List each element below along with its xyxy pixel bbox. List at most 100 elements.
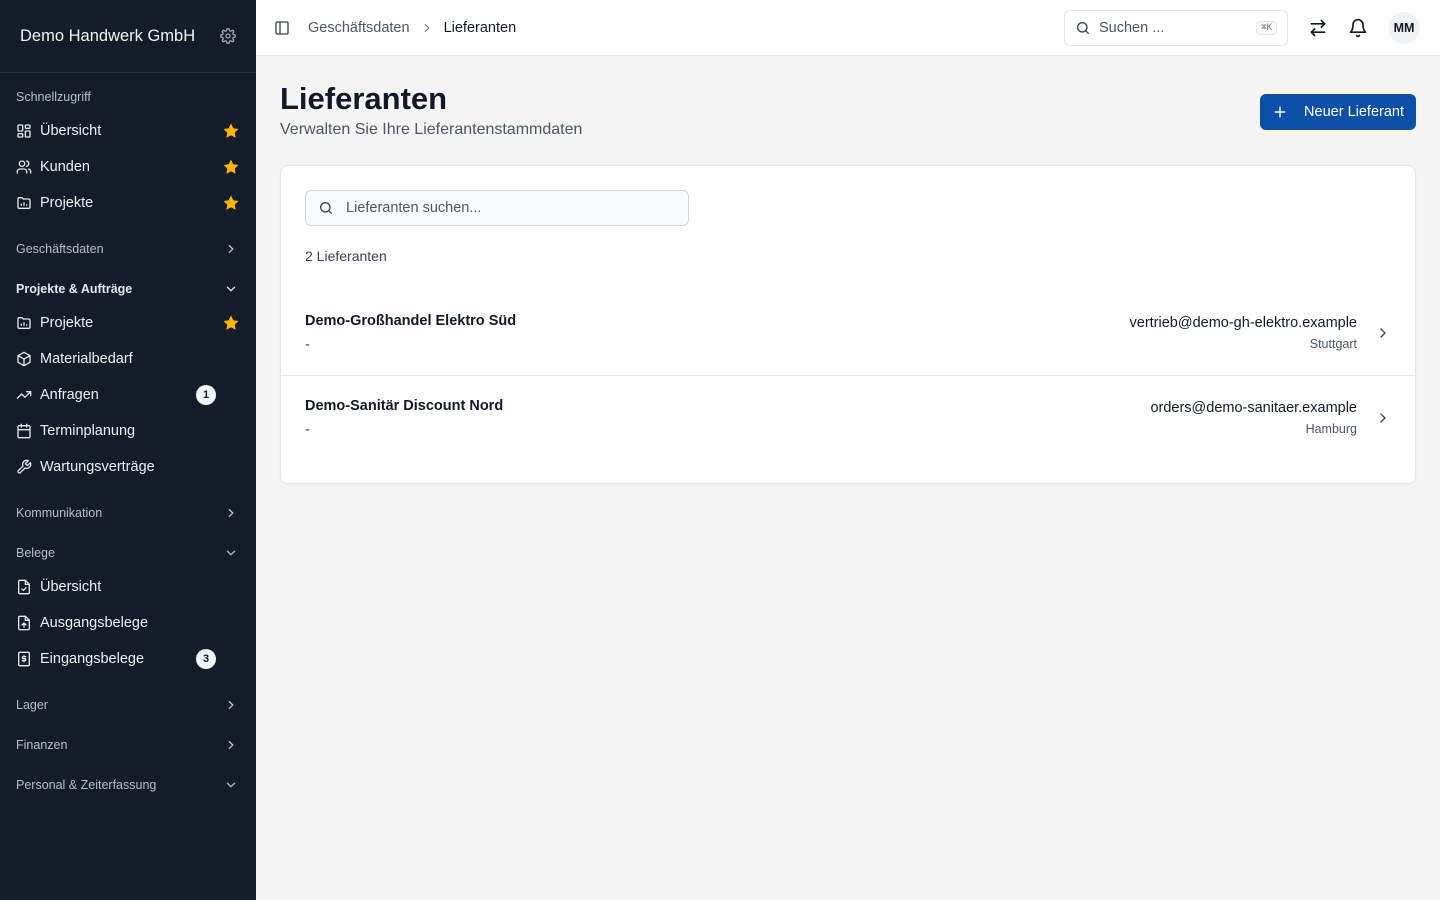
sidebar-toggle-icon[interactable] — [274, 20, 290, 36]
sidebar-group-geschaeftsdaten[interactable]: Geschäftsdaten — [16, 241, 240, 257]
star-icon[interactable] — [222, 194, 240, 212]
group-title-text: Projekte & Aufträge — [16, 282, 133, 296]
sidebar-item-label: Materialbedarf — [40, 351, 133, 367]
search-placeholder: Suchen ... — [1099, 19, 1165, 36]
chevron-right-icon — [228, 700, 234, 710]
sidebar-group-title[interactable]: Personal & Zeiterfassung — [16, 777, 240, 793]
company-name[interactable]: Demo Handwerk GmbH — [20, 27, 196, 46]
package-icon — [16, 351, 32, 367]
sidebar-group-kommunikation[interactable]: Kommunikation — [16, 505, 240, 521]
sidebar-item-terminplanung[interactable]: Terminplanung — [16, 413, 240, 449]
chevron-down-icon — [226, 550, 236, 556]
group-title-text: Schnellzugriff — [16, 90, 91, 104]
sidebar-item-projekte[interactable]: Projekte — [16, 305, 240, 341]
chevron-down-icon — [226, 782, 236, 788]
group-title-text: Finanzen — [16, 738, 68, 752]
supplier-name: Demo-Sanitär Discount Nord — [305, 398, 504, 414]
sidebar-item-label: Eingangsbelege — [40, 651, 145, 667]
sidebar-group-title[interactable]: Lager — [16, 697, 240, 713]
page-header: Lieferanten Verwalten Sie Ihre Lieferant… — [280, 80, 1416, 139]
supplier-list: Demo-Großhandel Elektro Süd - vertrieb@d… — [281, 290, 1415, 460]
sidebar-group-title[interactable]: Finanzen — [16, 737, 240, 753]
sidebar-item-ausgangsbelege[interactable]: Ausgangsbelege — [16, 605, 240, 641]
chevron-right-icon[interactable] — [1375, 410, 1391, 426]
sidebar-item-wartungsvertraege[interactable]: Wartungsverträge — [16, 449, 240, 485]
sidebar-item-uebersicht[interactable]: Übersicht — [16, 113, 240, 149]
star-icon[interactable] — [222, 122, 240, 140]
sidebar-item-label: Kunden — [40, 159, 90, 175]
supplier-name: Demo-Großhandel Elektro Süd — [305, 312, 517, 329]
breadcrumb-item[interactable]: Geschäftsdaten — [308, 20, 410, 36]
users-icon — [16, 159, 32, 175]
new-supplier-button[interactable]: Neuer Lieferant — [1260, 94, 1416, 130]
button-label: Neuer Lieferant — [1304, 104, 1404, 120]
supplier-city: Hamburg — [1305, 422, 1357, 436]
star-icon[interactable] — [222, 314, 240, 332]
sidebar-item-materialbedarf[interactable]: Materialbedarf — [16, 341, 240, 377]
sidebar-group-title[interactable]: Belege — [16, 545, 240, 561]
sidebar-item-eingangsbelege[interactable]: Eingangsbelege 3 — [16, 641, 240, 677]
group-title-text: Belege — [16, 546, 55, 560]
group-title-text: Geschäftsdaten — [16, 242, 104, 256]
chevron-down-icon — [226, 286, 236, 292]
chevron-right-icon — [228, 244, 234, 254]
switch-arrows-icon[interactable] — [1308, 18, 1328, 38]
sidebar-item-label: Anfragen — [40, 387, 99, 403]
supplier-email: orders@demo-sanitaer.example — [1150, 400, 1357, 416]
gear-icon[interactable] — [220, 28, 236, 44]
folder-chart-icon — [16, 195, 32, 211]
sidebar-item-label: Projekte — [40, 195, 94, 211]
sidebar-group-title: Schnellzugriff — [16, 89, 240, 105]
sidebar-item-label: Übersicht — [40, 123, 102, 139]
main-content: Lieferanten Verwalten Sie Ihre Lieferant… — [256, 56, 1440, 900]
sidebar-group-title[interactable]: Projekte & Aufträge — [16, 281, 240, 297]
supplier-card: Lieferanten suchen... 2 Lieferanten Demo… — [280, 165, 1416, 484]
supplier-city: Stuttgart — [1309, 336, 1357, 351]
avatar[interactable]: MM — [1388, 11, 1420, 44]
sidebar-group-projekte-auftraege: Projekte & Aufträge Projekte Materialbed… — [16, 281, 240, 485]
group-title-text: Lager — [16, 698, 48, 712]
sidebar-header: Demo Handwerk GmbH — [0, 0, 256, 73]
wrench-icon — [16, 459, 32, 475]
calendar-icon — [16, 423, 32, 439]
sidebar-group-lager[interactable]: Lager — [16, 697, 240, 713]
receipt-dollar-icon — [16, 651, 32, 667]
search-icon — [320, 202, 332, 214]
sidebar-item-label: Übersicht — [40, 579, 102, 595]
file-check-icon — [16, 579, 32, 595]
sidebar-group-belege: Belege Übersicht Ausgangsbelege Eingangs… — [16, 545, 240, 677]
bell-icon[interactable] — [1348, 18, 1368, 38]
sidebar-group-personal: Personal & Zeiterfassung — [16, 777, 240, 793]
chevron-right-icon — [228, 740, 234, 750]
sidebar-item-label: Wartungsverträge — [40, 459, 155, 475]
chevron-right-icon — [228, 508, 234, 518]
supplier-row[interactable]: Demo-Sanitär Discount Nord - orders@demo… — [281, 375, 1415, 460]
global-search[interactable]: Suchen ... ⌘K — [1064, 9, 1288, 46]
supplier-search-input[interactable]: Lieferanten suchen... — [305, 190, 689, 226]
sidebar-item-kunden[interactable]: Kunden — [16, 149, 240, 185]
sidebar-group-schnellzugriff: Schnellzugriff Übersicht Kunden Projekte — [16, 89, 240, 221]
search-placeholder: Lieferanten suchen... — [346, 200, 482, 216]
sidebar-group-title[interactable]: Geschäftsdaten — [16, 241, 240, 257]
top-bar: Geschäftsdaten Lieferanten Suchen ... ⌘K… — [256, 0, 1440, 56]
star-icon[interactable] — [222, 158, 240, 176]
trending-up-icon — [16, 387, 32, 403]
sidebar-group-title[interactable]: Kommunikation — [16, 505, 240, 521]
file-export-icon — [16, 615, 32, 631]
count-badge: 3 — [196, 649, 216, 669]
chevron-right-icon — [420, 21, 434, 35]
sidebar-item-label: Terminplanung — [40, 423, 136, 439]
breadcrumb-current: Lieferanten — [443, 19, 517, 36]
supplier-subline: - — [305, 422, 310, 438]
group-title-text: Personal & Zeiterfassung — [16, 778, 157, 792]
sidebar-item-belege-uebersicht[interactable]: Übersicht — [16, 569, 240, 605]
sidebar-item-label: Projekte — [40, 315, 94, 331]
sidebar-item-projekte-quick[interactable]: Projekte — [16, 185, 240, 221]
supplier-row[interactable]: Demo-Großhandel Elektro Süd - vertrieb@d… — [281, 290, 1415, 375]
sidebar-item-label: Ausgangsbelege — [40, 615, 149, 631]
page-subtitle: Verwalten Sie Ihre Lieferantenstammdaten — [280, 121, 583, 138]
page-title: Lieferanten — [280, 81, 448, 116]
sidebar-item-anfragen[interactable]: Anfragen 1 — [16, 377, 240, 413]
chevron-right-icon[interactable] — [1375, 325, 1391, 341]
sidebar-group-finanzen[interactable]: Finanzen — [16, 737, 240, 753]
